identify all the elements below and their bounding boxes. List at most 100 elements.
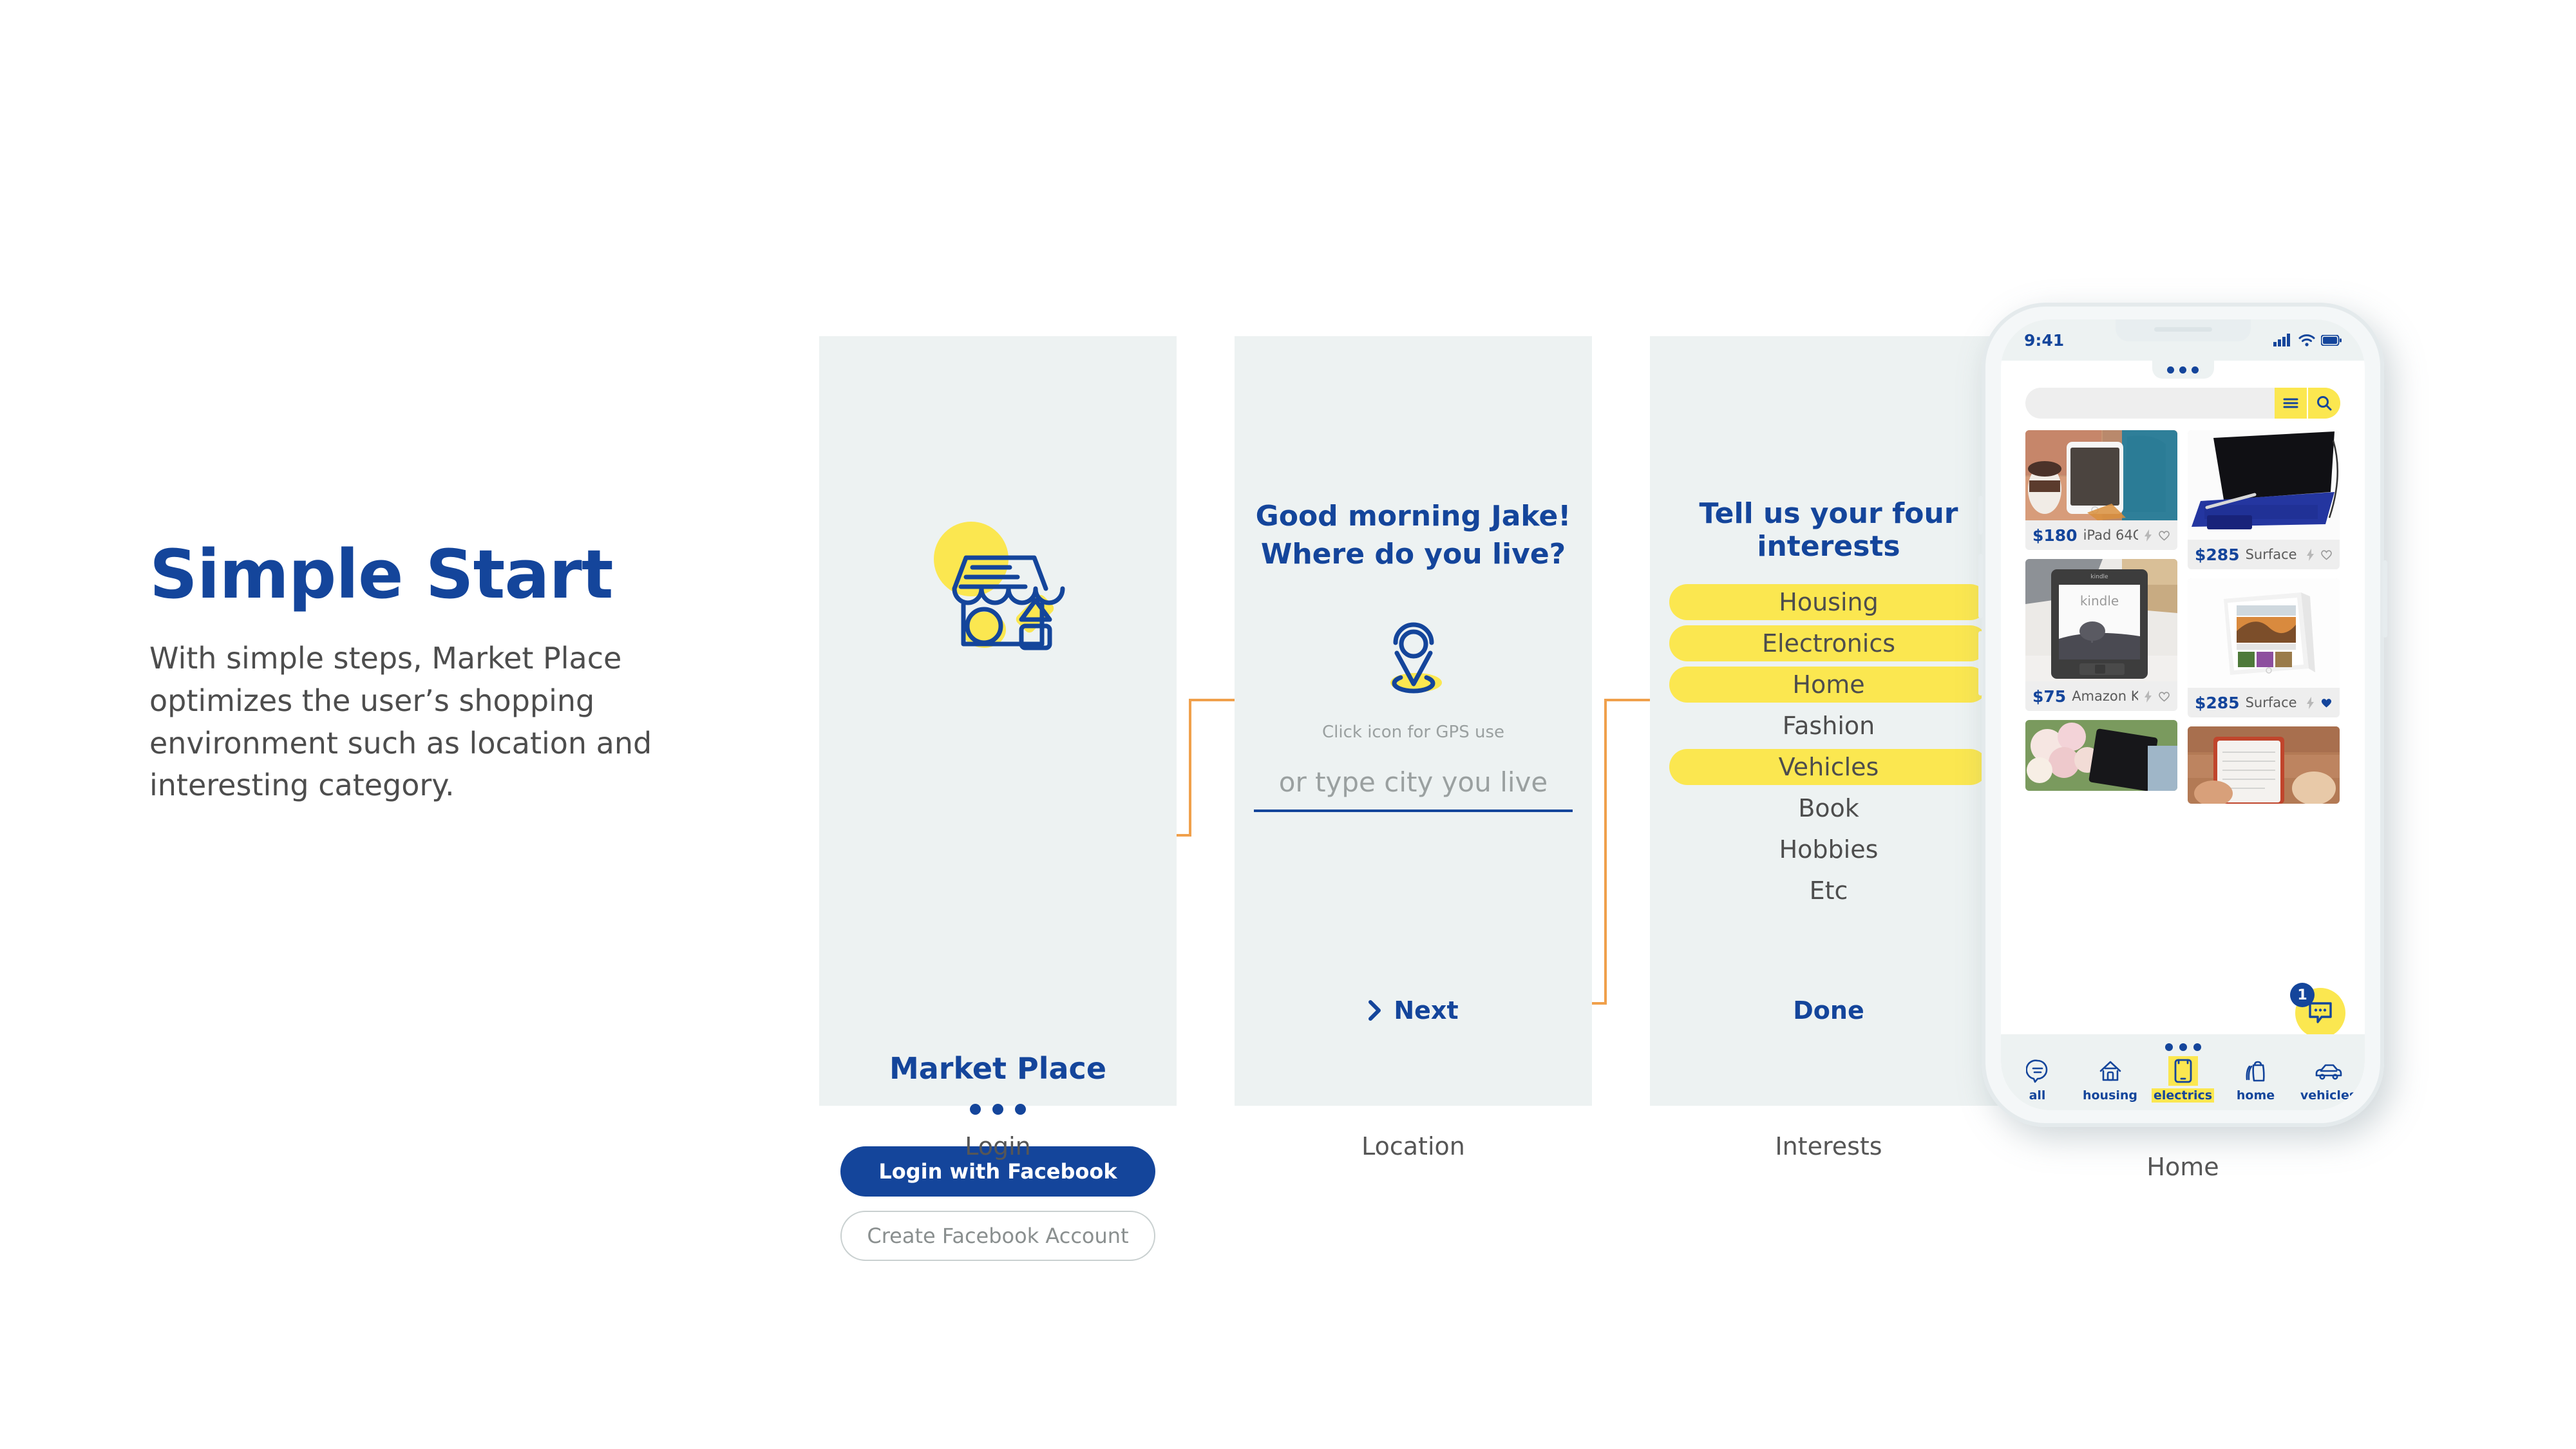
phone-screen: 9:41 $180 iPad 64G kindle kindle $75 Ama… bbox=[2001, 319, 2365, 1110]
all-circle-icon-wrap bbox=[2023, 1056, 2052, 1086]
product-meta: $285 Surface 3 4G... bbox=[2188, 688, 2340, 717]
product-grid: $180 iPad 64GB... bbox=[2025, 430, 2340, 1036]
volume-up-button[interactable] bbox=[1978, 554, 1983, 618]
interest-item[interactable]: Etc bbox=[1669, 873, 1988, 909]
pager-dot[interactable] bbox=[992, 1104, 1003, 1115]
gps-pin-button[interactable] bbox=[1235, 607, 1592, 697]
product-column-right: $285 Surface 3 4G... bbox=[2188, 430, 2340, 1036]
gps-hint-text: Click icon for GPS use bbox=[1321, 723, 1505, 742]
notch-dot bbox=[2167, 366, 2174, 374]
pager-dot[interactable] bbox=[1015, 1104, 1026, 1115]
heart-outline-icon[interactable] bbox=[2320, 549, 2333, 560]
volume-down-button[interactable] bbox=[1978, 631, 1983, 696]
interest-item[interactable]: Home bbox=[1669, 667, 1988, 703]
search-button[interactable] bbox=[2308, 388, 2340, 419]
search-icon bbox=[2317, 396, 2332, 411]
status-time: 9:41 bbox=[2024, 330, 2065, 350]
chat-unread-badge: 1 bbox=[2290, 983, 2315, 1007]
heart-filled-icon[interactable] bbox=[2320, 697, 2333, 708]
product-card[interactable] bbox=[2025, 720, 2177, 791]
product-name: iPad 64GB... bbox=[2083, 527, 2138, 543]
intro-copy: Simple Start With simple steps, Market P… bbox=[149, 541, 716, 807]
product-image-kindle: kindle kindle bbox=[2025, 559, 2177, 681]
search-input[interactable] bbox=[2025, 388, 2270, 419]
interest-item[interactable]: Hobbies bbox=[1669, 831, 1988, 867]
product-image-surface-2 bbox=[2188, 578, 2340, 688]
product-card[interactable]: kindle kindle $75 Amazon Kindle... bbox=[2025, 559, 2177, 711]
notch-dot bbox=[2192, 366, 2199, 374]
car-icon bbox=[2315, 1064, 2342, 1080]
tab-label: all bbox=[2029, 1088, 2046, 1103]
chat-bubble-icon bbox=[2309, 1002, 2332, 1023]
map-pin-icon[interactable] bbox=[1375, 607, 1452, 697]
phone-mockup: 9:41 $180 iPad 64G kindle kindle $75 Ama… bbox=[1978, 303, 2387, 1127]
power-button[interactable] bbox=[2383, 560, 2387, 638]
tab-housing[interactable]: housing bbox=[2083, 1056, 2138, 1103]
product-image-tablet-hand bbox=[2188, 726, 2340, 804]
lightning-icon bbox=[2145, 529, 2152, 542]
caption-home: Home bbox=[2146, 1153, 2219, 1181]
interest-item[interactable]: Housing bbox=[1669, 584, 1988, 620]
product-price: $285 bbox=[2195, 545, 2240, 564]
product-meta: $285 Surface 3 4G... bbox=[2188, 540, 2340, 569]
product-card[interactable]: $180 iPad 64GB... bbox=[2025, 430, 2177, 550]
tab-electrics[interactable]: electrics bbox=[2151, 1056, 2215, 1103]
silent-switch[interactable] bbox=[1978, 496, 1983, 535]
kettle-icon bbox=[2246, 1061, 2265, 1082]
all-circle-icon bbox=[2025, 1059, 2047, 1083]
tab-dot bbox=[2179, 1043, 2187, 1051]
product-image-surface bbox=[2188, 430, 2340, 540]
city-input[interactable]: or type city you live bbox=[1254, 766, 1573, 812]
chat-fab-button[interactable]: 1 bbox=[2290, 983, 2345, 1038]
tab-label: housing bbox=[2082, 1088, 2138, 1103]
tab-all[interactable]: all bbox=[2010, 1056, 2065, 1103]
hamburger-menu-button[interactable] bbox=[2275, 388, 2307, 419]
search-actions bbox=[2275, 388, 2340, 419]
svg-text:kindle: kindle bbox=[2080, 593, 2119, 609]
tab-label: home bbox=[2236, 1088, 2275, 1103]
tab-home[interactable]: home bbox=[2228, 1056, 2284, 1103]
earpiece-speaker bbox=[2154, 327, 2212, 332]
product-price: $75 bbox=[2032, 687, 2067, 706]
lightning-icon bbox=[2307, 548, 2314, 561]
tab-vehicles[interactable]: vehicles bbox=[2300, 1056, 2356, 1103]
interest-item[interactable]: Electronics bbox=[1669, 625, 1988, 661]
interest-item[interactable]: Vehicles bbox=[1669, 749, 1988, 785]
tab-indicator-dots bbox=[2164, 1043, 2201, 1051]
page-title: Simple Start bbox=[149, 535, 614, 614]
product-meta: $75 Amazon Kindle... bbox=[2025, 681, 2177, 711]
chevron-right-icon bbox=[1368, 1000, 1381, 1021]
house-icon bbox=[2099, 1061, 2121, 1081]
slide-canvas: Simple Start With simple steps, Market P… bbox=[0, 0, 2576, 1449]
product-name: Surface 3 4G... bbox=[2245, 695, 2300, 710]
tab-label: electrics bbox=[2151, 1088, 2215, 1103]
interest-item[interactable]: Fashion bbox=[1669, 708, 1988, 744]
heart-outline-icon[interactable] bbox=[2158, 691, 2170, 702]
product-card[interactable]: $285 Surface 3 4G... bbox=[2188, 430, 2340, 569]
interest-item[interactable]: Book bbox=[1669, 790, 1988, 826]
interests-list: Housing Electronics Home Fashion Vehicle… bbox=[1669, 584, 1988, 914]
notch-dot bbox=[2179, 366, 2186, 374]
search-bar[interactable] bbox=[2025, 388, 2340, 419]
heart-outline-icon[interactable] bbox=[2158, 530, 2170, 541]
product-column-left: $180 iPad 64GB... bbox=[2025, 430, 2177, 1036]
next-button[interactable]: Next bbox=[1235, 996, 1592, 1025]
cellular-signal-icon bbox=[2273, 334, 2290, 346]
phone-icon-wrap bbox=[2168, 1056, 2198, 1086]
greeting-line: Good morning Jake! bbox=[1255, 500, 1571, 533]
pager-dot[interactable] bbox=[970, 1104, 981, 1115]
product-price: $180 bbox=[2032, 526, 2078, 545]
next-label: Next bbox=[1394, 996, 1459, 1025]
page-description: With simple steps, Market Place optimize… bbox=[149, 641, 652, 803]
status-icons bbox=[2273, 334, 2342, 346]
done-button[interactable]: Done bbox=[1650, 996, 2007, 1025]
create-facebook-account-button[interactable]: Create Facebook Account bbox=[840, 1211, 1155, 1261]
lightning-icon bbox=[2145, 690, 2152, 703]
product-card[interactable] bbox=[2188, 726, 2340, 804]
product-image-flowers bbox=[2025, 720, 2177, 791]
product-card[interactable]: $285 Surface 3 4G... bbox=[2188, 578, 2340, 717]
car-icon-wrap bbox=[2314, 1056, 2344, 1086]
hamburger-menu-icon bbox=[2283, 398, 2298, 408]
question-line: Where do you live? bbox=[1260, 538, 1566, 571]
pager-dots[interactable] bbox=[819, 1104, 1177, 1115]
